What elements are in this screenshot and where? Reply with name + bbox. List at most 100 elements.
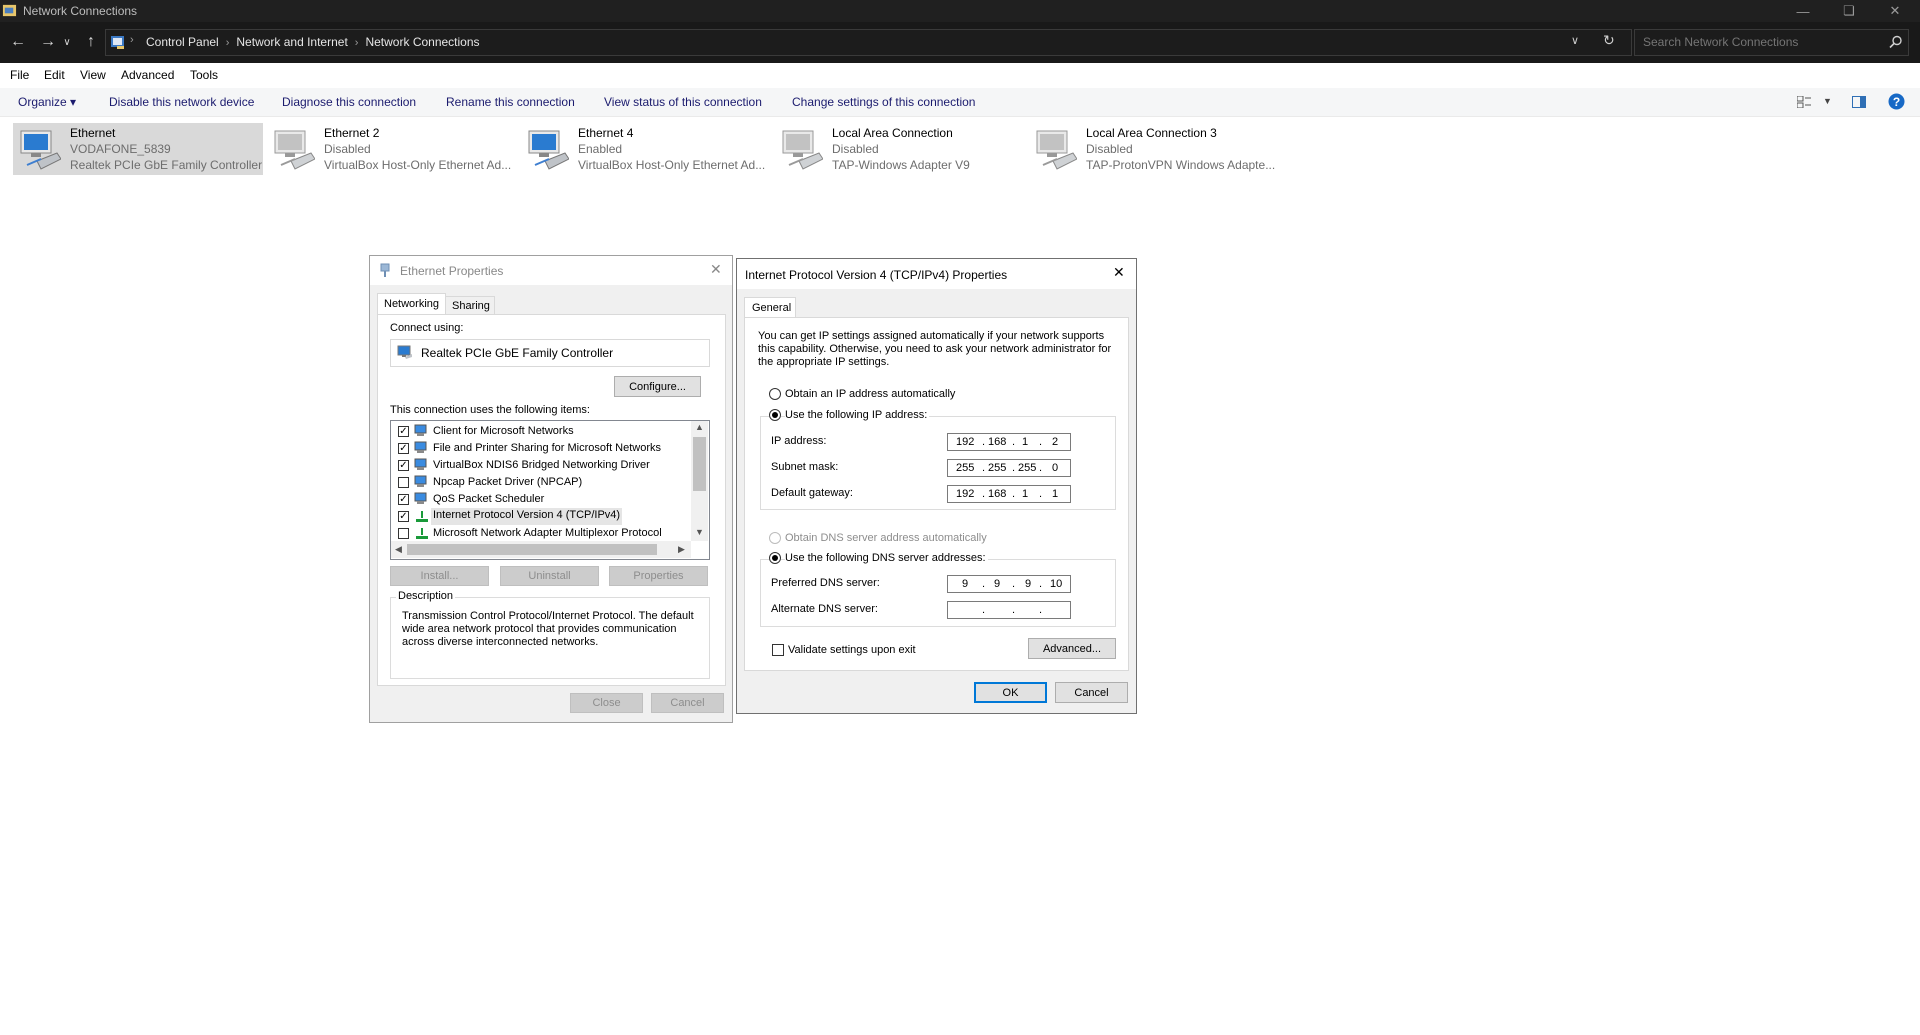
menu-edit[interactable]: Edit [44,68,65,82]
search-input[interactable] [1641,34,1885,50]
scroll-left-icon[interactable]: ◀ [395,544,402,555]
auto-dns-radio[interactable] [769,532,781,544]
item-checkbox[interactable]: ✓ [398,443,409,454]
change-settings-button[interactable]: Change settings of this connection [792,95,975,109]
tab-networking[interactable]: Networking [377,293,446,315]
connection-name: Ethernet 2 [324,126,380,140]
horizontal-scrollbar[interactable]: ◀ ▶ [391,541,691,558]
dialog-title: Internet Protocol Version 4 (TCP/IPv4) P… [745,268,1008,282]
connection-tile-ethernet-4[interactable]: Ethernet 4 Enabled VirtualBox Host-Only … [521,123,771,175]
search-icon[interactable] [1889,35,1903,49]
recent-locations-chevron-icon[interactable]: ∨ [61,31,73,53]
disable-device-button[interactable]: Disable this network device [109,95,254,109]
alternate-dns-label: Alternate DNS server: [771,603,878,615]
organize-button[interactable]: Organize ▾ [18,95,76,109]
restore-button[interactable]: ❏ [1826,0,1872,22]
list-item[interactable]: ✓ Internet Protocol Version 4 (TCP/IPv4) [391,508,691,525]
list-item[interactable]: Npcap Packet Driver (NPCAP) [391,474,691,491]
connection-tile-ethernet-2[interactable]: Ethernet 2 Disabled VirtualBox Host-Only… [267,123,517,175]
list-item[interactable]: ✓ Client for Microsoft Networks [391,423,691,440]
connection-status: Disabled [832,142,879,156]
octet-3: 9 [1025,578,1032,590]
ip-address-field[interactable]: 192. 168. 1. 2 [947,433,1071,451]
connection-status: Enabled [578,142,623,156]
intro-text: You can get IP settings assigned automat… [758,330,1112,368]
connection-tile-local-area-connection-3[interactable]: Local Area Connection 3 Disabled TAP-Pro… [1029,123,1279,175]
menu-tools[interactable]: Tools [190,68,218,82]
item-checkbox[interactable]: ✓ [398,494,409,505]
validate-checkbox[interactable] [772,644,784,656]
scroll-up-icon[interactable]: ▲ [695,422,704,432]
configure-button[interactable]: Configure... [614,376,701,397]
manual-dns-radio[interactable] [769,552,781,564]
octet-3: 1 [1022,488,1029,500]
item-checkbox[interactable]: ✓ [398,511,409,522]
up-arrow-icon[interactable]: ↑ [80,31,102,53]
auto-ip-radio[interactable] [769,388,781,400]
menu-view[interactable]: View [80,68,106,82]
help-icon[interactable]: ? [1888,93,1905,110]
breadcrumb-control-panel[interactable]: Control Panel [146,35,219,49]
subnet-mask-field[interactable]: 255. 255. 255. 0 [947,459,1071,477]
uninstall-button[interactable]: Uninstall [500,566,599,586]
list-item[interactable]: ✓ VirtualBox NDIS6 Bridged Networking Dr… [391,457,691,474]
cancel-button[interactable]: Cancel [651,693,724,713]
advanced-button[interactable]: Advanced... [1028,638,1116,659]
change-view-icon[interactable] [1797,96,1811,108]
close-icon[interactable]: ✕ [1113,264,1125,281]
minimize-button[interactable]: — [1780,0,1826,22]
scroll-down-icon[interactable]: ▼ [695,527,704,537]
tab-general[interactable]: General [744,297,796,318]
address-dropdown-chevron-icon[interactable]: ∨ [1571,34,1579,47]
connection-tile-ethernet[interactable]: Ethernet VODAFONE_5839 Realtek PCIe GbE … [13,123,263,175]
rename-connection-button[interactable]: Rename this connection [446,95,575,109]
view-dropdown-icon[interactable]: ▼ [1823,96,1832,106]
alternate-dns-field[interactable]: ... [947,601,1071,619]
ok-button[interactable]: OK [974,682,1047,703]
item-checkbox[interactable] [398,528,409,539]
networking-tab-panel: Connect using: Realtek PCIe GbE Family C… [377,314,726,686]
menu-file[interactable]: File [10,68,29,82]
scrollbar-thumb[interactable] [693,437,706,491]
tab-sharing[interactable]: Sharing [445,296,495,315]
breadcrumb-network-connections[interactable]: Network Connections [365,35,479,49]
address-bar[interactable]: › Control Panel › Network and Internet › Net… [105,29,1632,56]
install-button[interactable]: Install... [390,566,489,586]
breadcrumb-network-internet[interactable]: Network and Internet [236,35,347,49]
item-checkbox[interactable] [398,477,409,488]
dialog-title-bar: Ethernet Properties ✕ [370,256,732,285]
search-box[interactable] [1634,29,1909,56]
auto-ip-label: Obtain an IP address automatically [785,388,956,400]
scrollbar-thumb[interactable] [407,544,657,555]
list-item[interactable]: Microsoft Network Adapter Multiplexor Pr… [391,525,691,542]
list-item[interactable]: ✓ File and Printer Sharing for Microsoft… [391,440,691,457]
manual-ip-radio[interactable] [769,409,781,421]
refresh-icon[interactable]: ↻ [1603,32,1615,49]
vertical-scrollbar[interactable]: ▲ ▼ [691,421,708,541]
diagnose-connection-button[interactable]: Diagnose this connection [282,95,416,109]
close-window-button[interactable]: ✕ [1872,0,1918,22]
connection-tile-local-area-connection[interactable]: Local Area Connection Disabled TAP-Windo… [775,123,1025,175]
preferred-dns-field[interactable]: 9. 9. 9. 10 [947,575,1071,593]
default-gateway-field[interactable]: 192. 168. 1. 1 [947,485,1071,503]
network-service-icon [414,475,427,487]
close-icon[interactable]: ✕ [710,261,722,278]
back-arrow-icon[interactable]: ← [7,31,29,53]
scroll-right-icon[interactable]: ▶ [678,544,685,555]
octet-2: 168 [988,488,1007,500]
properties-button[interactable]: Properties [609,566,708,586]
close-button[interactable]: Close [570,693,643,713]
cancel-button[interactable]: Cancel [1055,682,1128,703]
tab-label: General [752,302,792,314]
view-status-button[interactable]: View status of this connection [604,95,762,109]
preview-pane-icon[interactable] [1852,96,1866,108]
item-checkbox[interactable]: ✓ [398,460,409,471]
list-item[interactable]: ✓ QoS Packet Scheduler [391,491,691,508]
octet-1: 9 [962,578,969,590]
ip-address-label: IP address: [771,435,827,447]
forward-arrow-icon[interactable]: → [37,31,59,53]
menu-advanced[interactable]: Advanced [121,68,174,82]
octet-2: 168 [988,436,1007,448]
connect-using-label: Connect using: [390,322,464,334]
item-checkbox[interactable]: ✓ [398,426,409,437]
